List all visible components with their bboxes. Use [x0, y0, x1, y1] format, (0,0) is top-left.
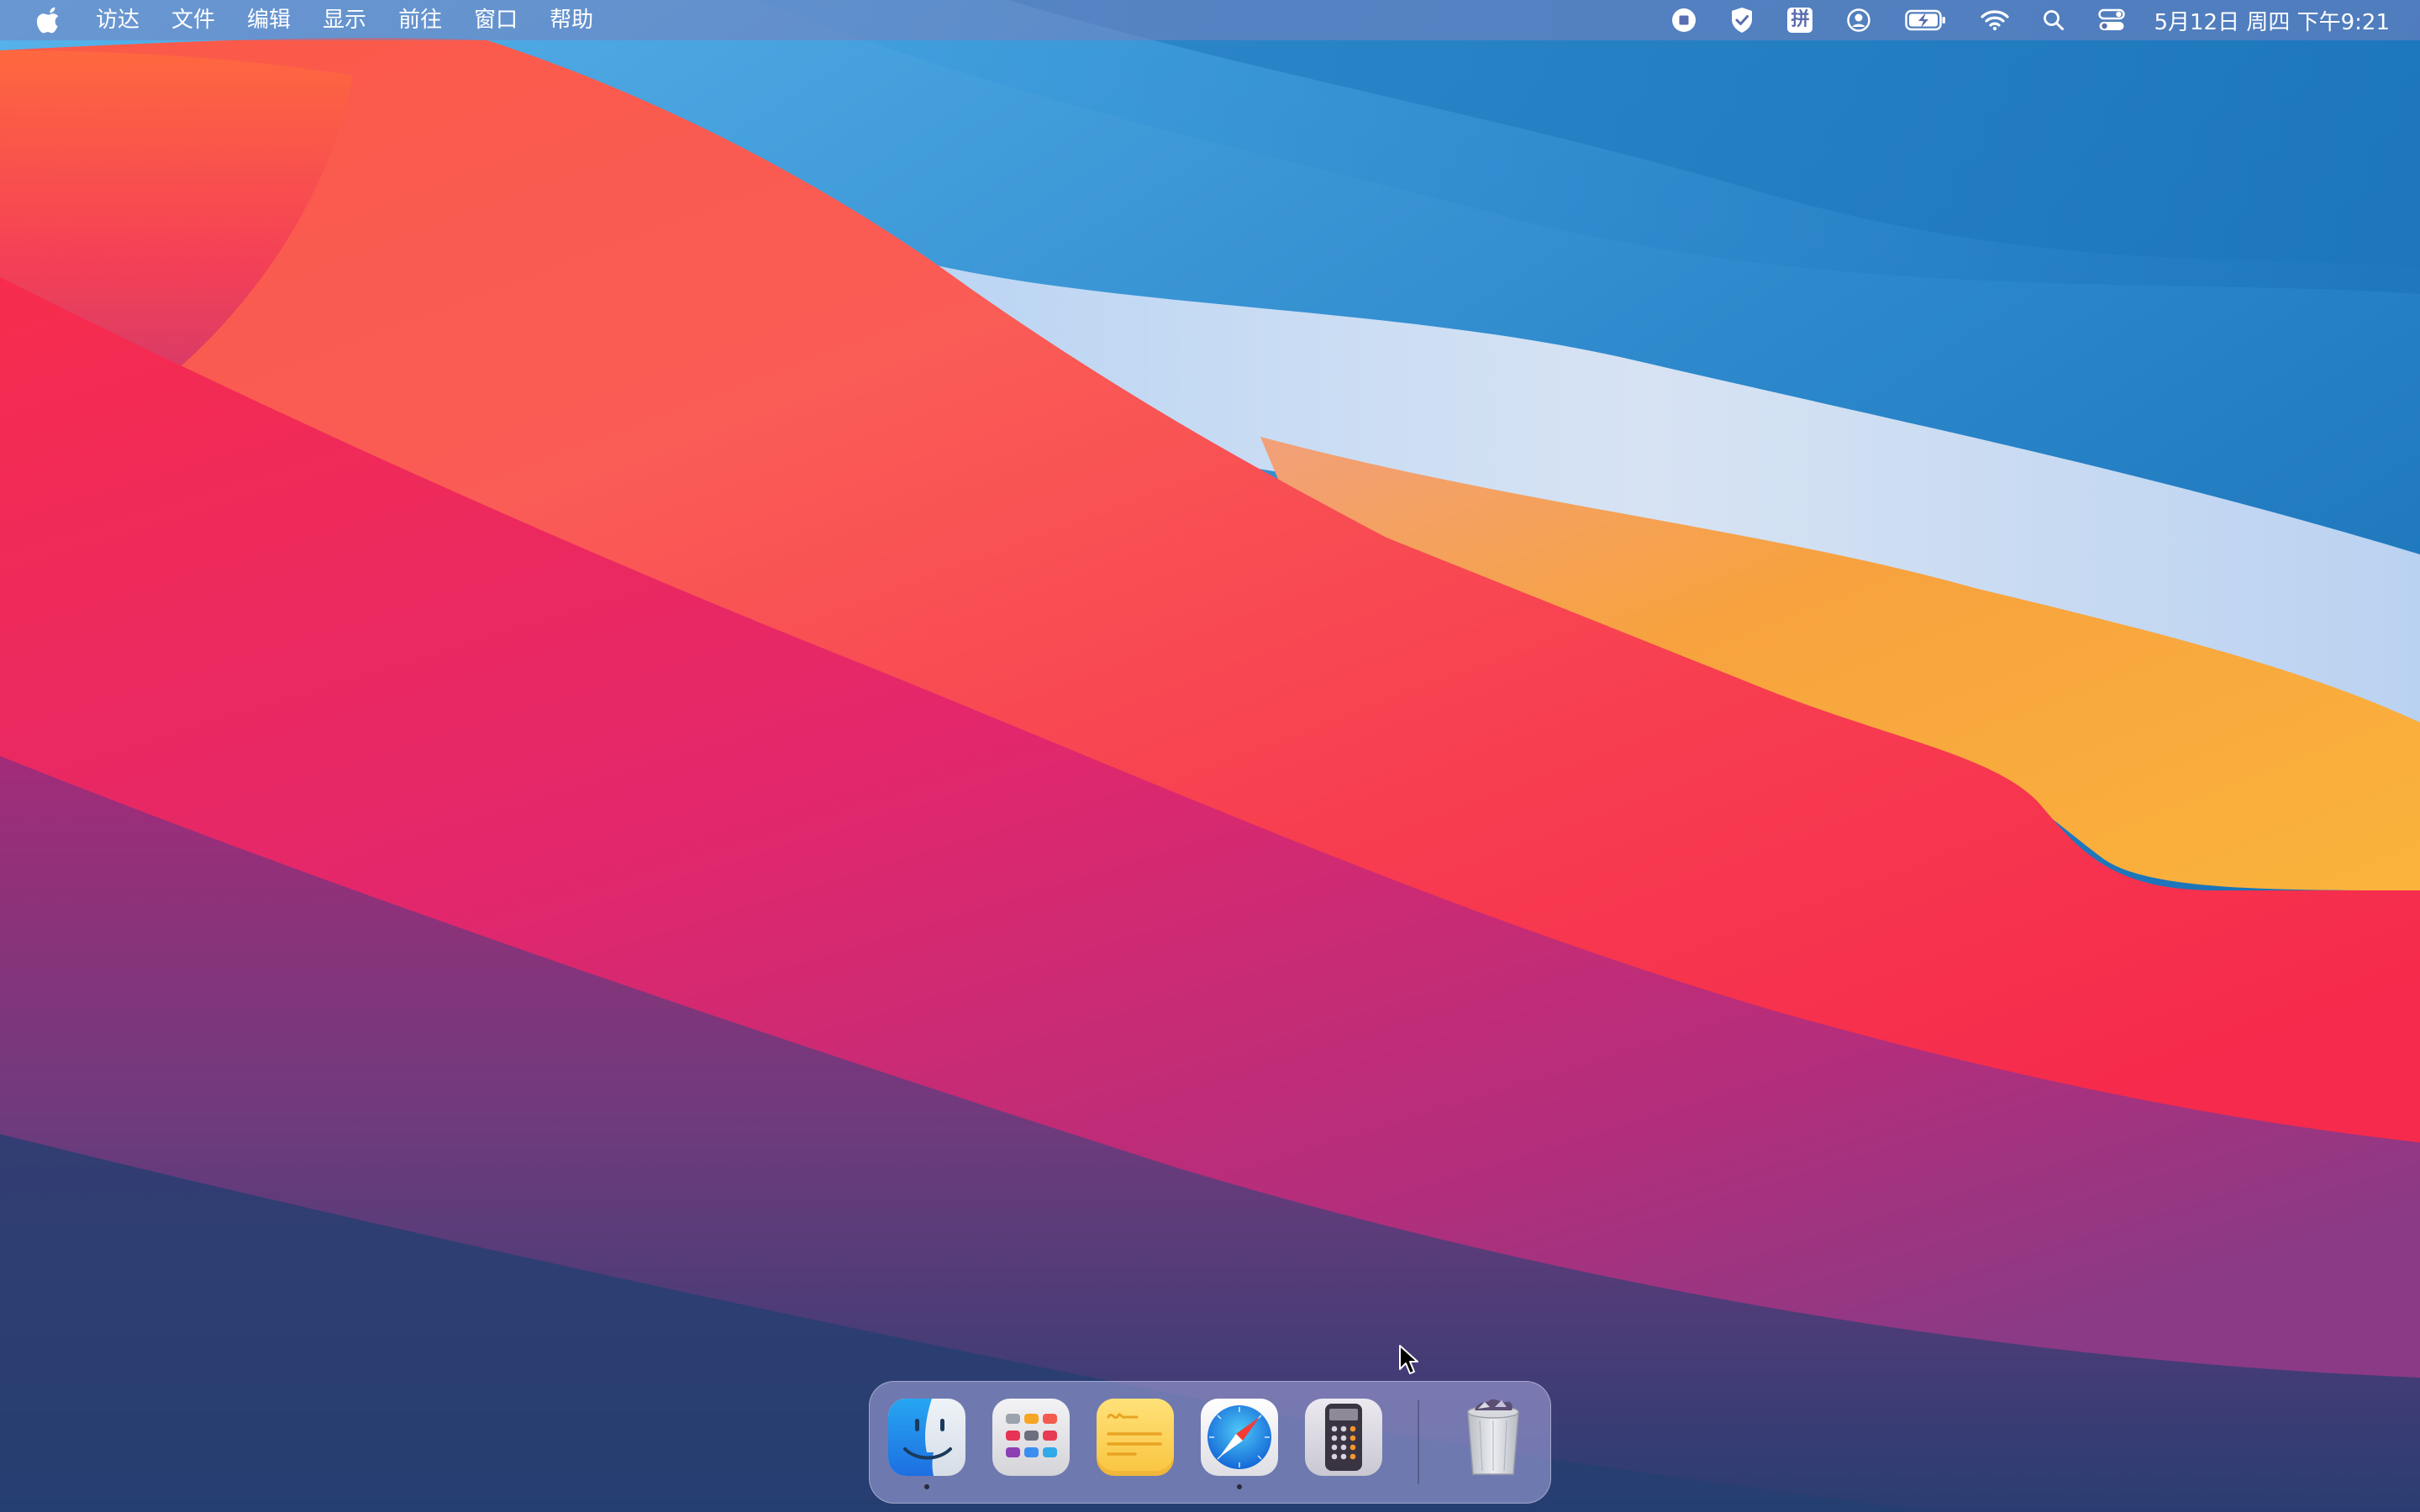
control-center-icon[interactable] — [2098, 0, 2126, 40]
dock-app-calculator[interactable] — [1303, 1397, 1384, 1478]
menu-bar-clock[interactable]: 5月12日 周四 下午9:21 — [2154, 5, 2390, 36]
dock-trash[interactable] — [1453, 1397, 1534, 1478]
safari-icon — [1201, 1399, 1278, 1476]
finder-running-indicator — [924, 1484, 929, 1489]
dock — [869, 1381, 1551, 1504]
menu-edit[interactable]: 编辑 — [247, 0, 291, 40]
menu-go[interactable]: 前往 — [398, 0, 442, 40]
trash-full-icon — [1467, 1399, 1519, 1475]
vpn-shield-icon[interactable] — [1730, 0, 1754, 40]
safari-running-indicator — [1237, 1484, 1242, 1489]
mouse-cursor-icon — [1399, 1345, 1418, 1374]
desktop-wallpaper — [0, 0, 2420, 1512]
menu-bar: 访达 文件 编辑 显示 前往 窗口 帮助 拼 5月12日 周四 下午9:21 — [0, 0, 2420, 40]
launchpad-icon — [992, 1399, 1070, 1476]
wifi-icon[interactable] — [1981, 0, 2010, 40]
spotlight-search-icon[interactable] — [2043, 0, 2065, 40]
screen-record-stop-icon[interactable] — [1671, 0, 1697, 40]
dock-divider — [1418, 1400, 1419, 1484]
dock-app-stickies[interactable] — [1095, 1397, 1176, 1478]
apple-logo-icon[interactable] — [32, 0, 66, 40]
dock-app-launchpad[interactable] — [991, 1397, 1071, 1478]
finder-icon — [888, 1399, 965, 1476]
calculator-icon — [1305, 1399, 1382, 1476]
dock-app-finder[interactable] — [886, 1397, 967, 1489]
menu-window[interactable]: 窗口 — [474, 0, 518, 40]
menu-finder[interactable]: 访达 — [96, 0, 139, 40]
battery-charging-icon[interactable] — [1905, 0, 1947, 40]
dock-app-safari[interactable] — [1199, 1397, 1280, 1489]
stickies-icon — [1097, 1399, 1174, 1476]
menu-file[interactable]: 文件 — [171, 0, 215, 40]
menu-help[interactable]: 帮助 — [550, 0, 593, 40]
input-method-icon[interactable]: 拼 — [1787, 0, 1813, 40]
input-method-label: 拼 — [1787, 8, 1813, 33]
user-account-icon[interactable] — [1846, 0, 1871, 40]
desktop: 访达 文件 编辑 显示 前往 窗口 帮助 拼 5月12日 周四 下午9:21 — [0, 0, 2420, 1512]
menu-view[interactable]: 显示 — [323, 0, 366, 40]
